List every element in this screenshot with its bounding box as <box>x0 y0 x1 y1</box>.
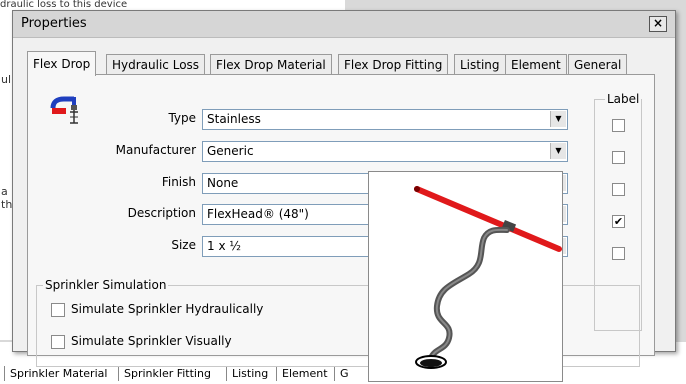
pipe-end <box>414 186 420 192</box>
size-label: Size <box>171 238 196 252</box>
manufacturer-value: Generic <box>207 144 254 158</box>
label-checkbox-description[interactable]: ✔ <box>612 215 625 228</box>
tab-listing[interactable]: Listing <box>454 54 506 75</box>
close-button[interactable]: × <box>649 16 667 32</box>
label-checkbox-manufacturer[interactable] <box>612 151 625 164</box>
tab-hydraulic-loss[interactable]: Hydraulic Loss <box>106 54 206 75</box>
simulate-hydraulically-label[interactable]: Simulate Sprinkler Hydraulically <box>71 302 263 316</box>
type-value: Stainless <box>207 112 261 126</box>
description-label: Description <box>127 206 196 220</box>
manufacturer-select[interactable]: Generic ▼ <box>202 141 568 162</box>
background-left-text: a <box>1 185 8 198</box>
manufacturer-label: Manufacturer <box>115 143 196 157</box>
background-left-text: ul <box>1 73 12 86</box>
background-tab-element[interactable]: Element <box>276 366 333 381</box>
properties-dialog: Properties × Flex Drop Hydraulic Loss Fl… <box>12 10 676 367</box>
flex-drop-preview <box>368 171 563 382</box>
tab-flex-drop-fitting[interactable]: Flex Drop Fitting <box>338 54 449 75</box>
type-label: Type <box>168 111 196 125</box>
simulate-visually-checkbox[interactable] <box>51 335 65 349</box>
label-group-title: Label <box>605 92 642 106</box>
branch-pipe <box>414 186 562 252</box>
dialog-title: Properties <box>21 16 87 31</box>
simulate-visually-label[interactable]: Simulate Sprinkler Visually <box>71 334 232 348</box>
flex-hose-highlight <box>430 228 508 359</box>
background-tab-listing[interactable]: Listing <box>226 366 273 381</box>
chevron-down-icon[interactable]: ▼ <box>550 143 566 159</box>
tab-element[interactable]: Element <box>505 54 567 75</box>
simulate-hydraulically-checkbox[interactable] <box>51 303 65 317</box>
sprinkler-head <box>420 359 442 367</box>
description-value: FlexHead® (48") <box>207 207 309 221</box>
background-tab-sprinkler-fitting[interactable]: Sprinkler Fitting <box>118 366 216 381</box>
tab-flex-drop[interactable]: Flex Drop <box>27 51 97 76</box>
background-tab-general[interactable]: G <box>334 366 354 381</box>
flex-drop-illustration <box>414 186 562 369</box>
finish-value: None <box>207 176 239 190</box>
background-tab-sprinkler-material[interactable]: Sprinkler Material <box>4 366 112 381</box>
label-checkbox-finish[interactable] <box>612 183 625 196</box>
finish-label: Finish <box>161 175 196 189</box>
type-select[interactable]: Stainless ▼ <box>202 109 568 130</box>
tab-general[interactable]: General <box>568 54 628 75</box>
size-value: 1 x ½ <box>207 239 241 253</box>
background-left-text: th <box>1 198 13 211</box>
tab-flex-drop-material[interactable]: Flex Drop Material <box>210 54 332 75</box>
sprinkler-simulation-title: Sprinkler Simulation <box>43 278 169 292</box>
chevron-down-icon[interactable]: ▼ <box>550 111 566 127</box>
label-checkbox-type[interactable] <box>612 119 625 132</box>
dialog-titlebar[interactable]: Properties × <box>13 11 675 38</box>
label-checkbox-size[interactable] <box>612 247 625 260</box>
